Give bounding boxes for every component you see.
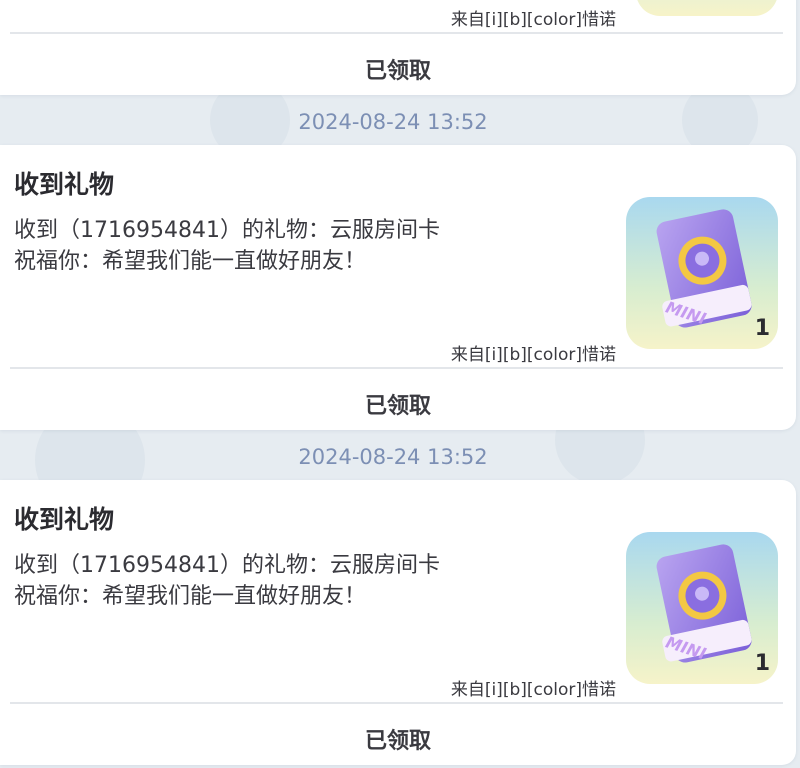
claimed-status-button[interactable]: 已领取 (0, 723, 796, 755)
claimed-status-button[interactable]: 已领取 (0, 53, 796, 85)
claimed-status-button[interactable]: 已领取 (0, 388, 796, 420)
sender-label: 来自[i][b][color]惜诺 (450, 10, 616, 30)
gift-tile (636, 0, 778, 16)
message-card: 收到礼物 收到（1716954841）的礼物：云服房间卡 祝福你：希望我们能一直… (0, 145, 796, 430)
gift-item-tile[interactable]: MINI 1 (626, 197, 778, 349)
divider (10, 702, 783, 704)
gift-count: 1 (754, 316, 770, 341)
gift-item-tile[interactable]: MINI 1 (626, 532, 778, 684)
message-timestamp: 2024-08-24 13:52 (298, 445, 488, 469)
sender-label: 来自[i][b][color]惜诺 (450, 345, 616, 365)
divider (10, 367, 783, 369)
gift-count: 1 (754, 651, 770, 676)
message-title: 收到礼物 (14, 505, 115, 534)
message-body-line: 祝福你：希望我们能一直做好朋友！ (14, 249, 367, 274)
message-body-line: 收到（1716954841）的礼物：云服房间卡 (14, 553, 440, 578)
message-body-line: 祝福你：希望我们能一直做好朋友！ (14, 584, 367, 609)
message-card: 收到礼物 收到（1716954841）的礼物：云服房间卡 祝福你：希望我们能一直… (0, 480, 796, 765)
divider (10, 32, 783, 34)
message-timestamp: 2024-08-24 13:52 (298, 110, 488, 134)
message-body-line: 收到（1716954841）的礼物：云服房间卡 (14, 218, 440, 243)
message-title: 收到礼物 (14, 170, 115, 199)
message-card: 来自[i][b][color]惜诺 已领取 (0, 0, 796, 95)
sender-label: 来自[i][b][color]惜诺 (450, 680, 616, 700)
